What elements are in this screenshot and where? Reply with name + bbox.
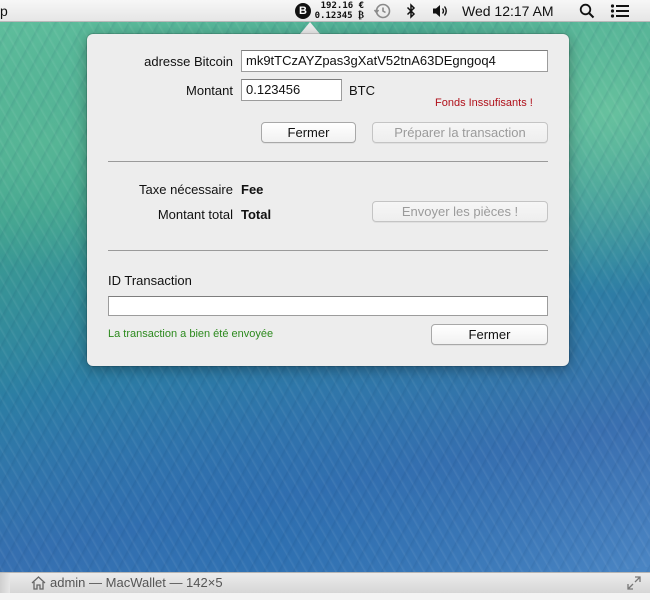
bitcoin-address-field[interactable]: mk9tTCzAYZpas3gXatV52tnA63DEgngoq4: [241, 50, 548, 72]
fee-label: Taxe nécessaire: [139, 182, 233, 197]
terminal-window-title: admin — MacWallet — 142×5: [50, 575, 223, 590]
divider: [108, 250, 548, 251]
menu-bar: p B 192.16 € 0.12345 ₿ Wed 12:17 AM: [0, 0, 650, 22]
btc-status-readout[interactable]: 192.16 € 0.12345 ₿: [314, 1, 364, 21]
close-button[interactable]: Fermer: [261, 122, 356, 143]
transaction-id-label: ID Transaction: [108, 273, 192, 288]
spotlight-icon[interactable]: [579, 3, 595, 19]
btc-balance: 0.12345 ₿: [314, 11, 364, 21]
window-edge: [0, 573, 10, 594]
btc-price: 192.16 €: [320, 1, 364, 11]
terminal-title-bar[interactable]: admin — MacWallet — 142×5: [0, 572, 650, 594]
bitcoin-icon[interactable]: B: [295, 3, 311, 19]
transaction-success-message: La transaction a bien été envoyée: [108, 328, 274, 340]
send-bitcoin-popover: adresse Bitcoin mk9tTCzAYZpas3gXatV52tnA…: [87, 34, 569, 366]
app-menu-fragment[interactable]: p: [0, 3, 8, 19]
popover-arrow: [300, 22, 320, 34]
close-button-bottom[interactable]: Fermer: [431, 324, 548, 345]
menubar-clock[interactable]: Wed 12:17 AM: [462, 3, 554, 19]
time-machine-icon[interactable]: [373, 3, 391, 19]
address-label: adresse Bitcoin: [144, 54, 233, 69]
prepare-transaction-button[interactable]: Préparer la transaction: [372, 122, 548, 143]
total-value: Total: [241, 207, 272, 222]
insufficient-funds-warning: Fonds Inssufisants !: [435, 97, 533, 109]
currency-label: BTC: [349, 83, 375, 98]
bluetooth-icon[interactable]: [406, 3, 416, 19]
amount-label: Montant: [186, 83, 233, 98]
fullscreen-icon[interactable]: [627, 576, 641, 593]
divider: [108, 161, 548, 162]
volume-icon[interactable]: [432, 3, 450, 19]
send-coins-button[interactable]: Envoyer les pièces !: [372, 201, 548, 222]
fee-value: Fee: [241, 182, 264, 197]
notification-center-icon[interactable]: [610, 3, 630, 19]
home-folder-icon: [31, 576, 46, 593]
total-label: Montant total: [157, 207, 233, 222]
terminal-content[interactable]: [0, 593, 650, 600]
transaction-id-field[interactable]: [108, 296, 548, 316]
amount-field[interactable]: 0.123456: [241, 79, 342, 101]
